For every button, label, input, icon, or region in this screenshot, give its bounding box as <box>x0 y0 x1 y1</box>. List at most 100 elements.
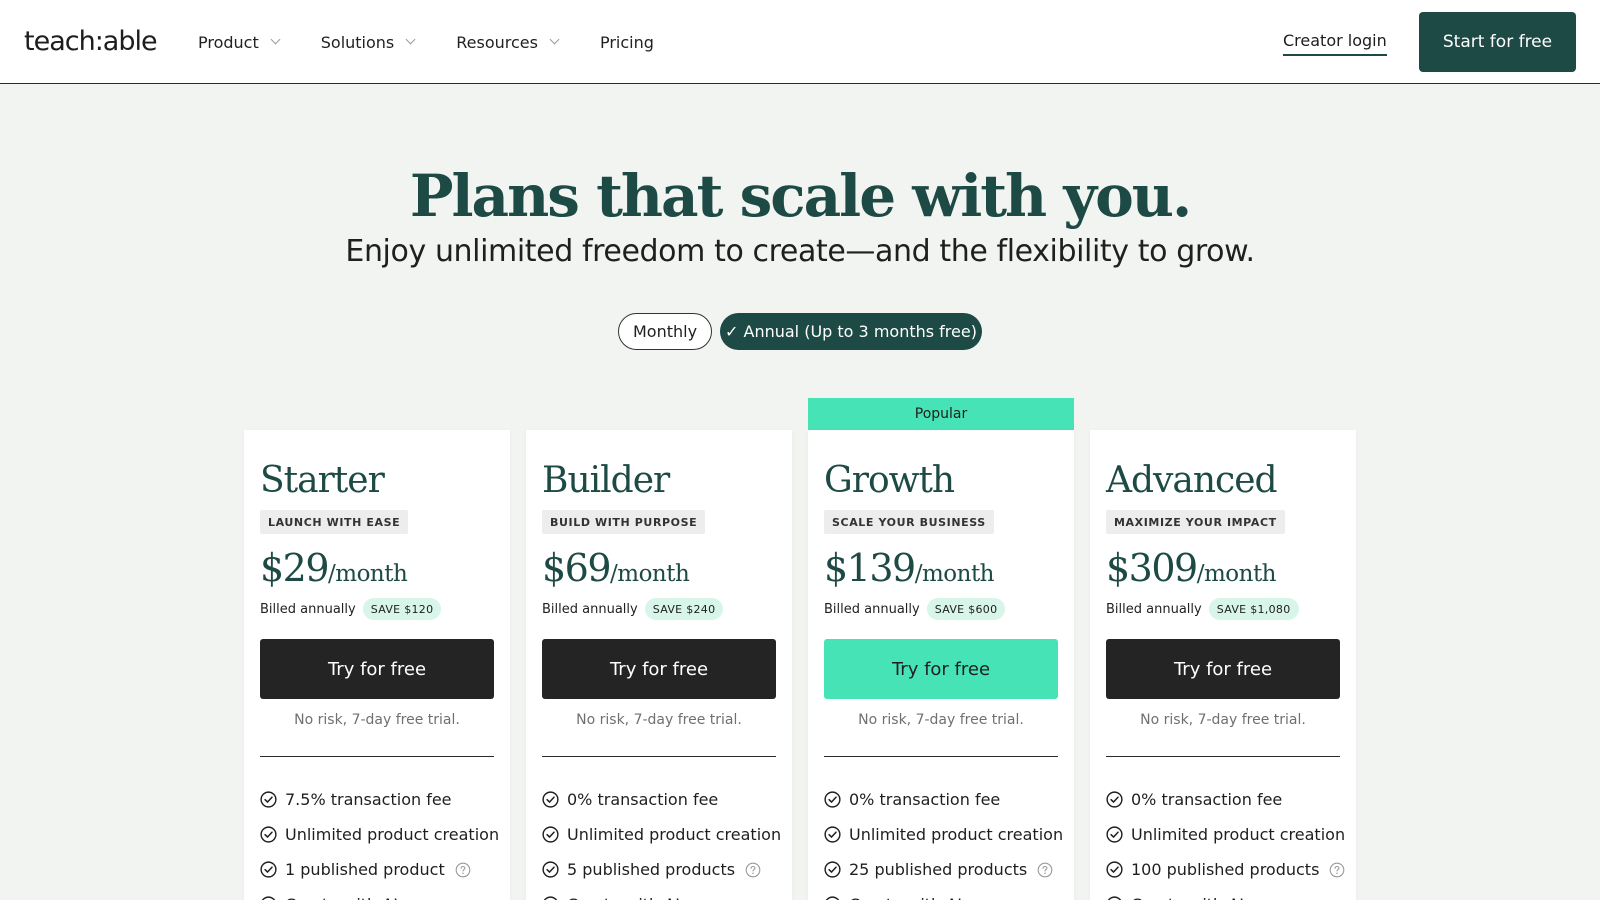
plan-feature-label: Unlimited product creation <box>1131 825 1346 844</box>
plan-price: $69/month <box>542 546 690 590</box>
save-badge: SAVE $240 <box>644 598 724 620</box>
plan-price-period: /month <box>1196 561 1277 587</box>
plan-tagline: SCALE YOUR BUSINESS <box>824 510 994 534</box>
check-circle-icon <box>542 791 559 808</box>
save-badge: SAVE $600 <box>926 598 1006 620</box>
try-for-free-button[interactable]: Try for free <box>260 639 494 699</box>
billing-info: Billed annually SAVE $1,080 <box>1106 598 1299 620</box>
billed-annually-label: Billed annually <box>260 601 356 617</box>
billing-annual-toggle[interactable]: ✓ Annual (Up to 3 months free) <box>720 313 982 350</box>
plan-tagline: BUILD WITH PURPOSE <box>542 510 706 534</box>
billing-monthly-toggle[interactable]: Monthly <box>618 313 712 350</box>
plan-card-starter: Starter LAUNCH WITH EASE $29/month Billed a… <box>244 430 510 900</box>
check-circle-icon <box>260 791 277 808</box>
plan-feature-label: 0% transaction fee <box>1131 790 1283 809</box>
help-icon[interactable] <box>1037 862 1053 878</box>
billed-annually-label: Billed annually <box>824 601 920 617</box>
help-icon[interactable] <box>455 862 471 878</box>
check-circle-icon <box>1106 791 1123 808</box>
start-for-free-button[interactable]: Start for free <box>1419 12 1576 72</box>
creator-login-link[interactable]: Creator login <box>1283 31 1387 56</box>
nav-product[interactable]: Product <box>198 32 281 52</box>
billed-annually-label: Billed annually <box>542 601 638 617</box>
plan-name: Advanced <box>1106 460 1278 501</box>
chevron-down-icon <box>405 34 416 45</box>
nav-product-label: Product <box>198 32 259 52</box>
check-circle-icon <box>260 896 277 900</box>
plan-feature-label: 5 published products <box>567 860 736 879</box>
divider <box>1106 756 1340 757</box>
nav-solutions[interactable]: Solutions <box>321 33 416 52</box>
teachable-logo[interactable]: teach:able <box>24 26 158 57</box>
plan-feature-label: 100 published products <box>1131 860 1320 879</box>
plan-feature-list: 7.5% transaction fee Unlimited product cr… <box>260 782 499 900</box>
plan-feature-label: 25 published products <box>849 860 1028 879</box>
save-badge: SAVE $120 <box>362 598 442 620</box>
chevron-down-icon <box>549 34 560 45</box>
plan-card-growth: Growth SCALE YOUR BUSINESS $139/month Bille… <box>808 430 1074 900</box>
check-circle-icon <box>1106 861 1123 878</box>
try-for-free-button[interactable]: Try for free <box>1106 639 1340 699</box>
plan-price: $309/month <box>1106 546 1277 590</box>
plan-feature: 0% transaction fee <box>824 782 1063 817</box>
plan-feature-list: 0% transaction fee Unlimited product crea… <box>824 782 1063 900</box>
nav-pricing[interactable]: Pricing <box>600 33 654 52</box>
popular-badge: Popular <box>808 398 1074 430</box>
plan-name: Starter <box>260 460 385 501</box>
trial-note: No risk, 7-day free trial. <box>858 712 1024 728</box>
check-circle-icon <box>542 896 559 900</box>
plan-feature-list: 0% transaction fee Unlimited product crea… <box>542 782 781 900</box>
help-icon[interactable] <box>1329 862 1345 878</box>
plan-price: $29/month <box>260 546 408 590</box>
plan-feature: Unlimited product creation <box>542 817 781 852</box>
check-circle-icon <box>260 826 277 843</box>
plan-feature: Create with AI <box>1106 887 1345 900</box>
try-for-free-button[interactable]: Try for free <box>824 639 1058 699</box>
plan-price-period: /month <box>914 561 995 587</box>
plan-feature: Create with AI <box>824 887 1063 900</box>
plan-feature-label: Create with AI <box>567 895 680 900</box>
plan-card-advanced: Advanced MAXIMIZE YOUR IMPACT $309/month Bi… <box>1090 430 1356 900</box>
plan-name: Growth <box>824 460 955 501</box>
divider <box>542 756 776 757</box>
plan-feature-label: Create with AI <box>1131 895 1244 900</box>
main-nav: Product Solutions Resources Pricing <box>198 0 696 84</box>
plan-feature-label: Create with AI <box>849 895 962 900</box>
plan-feature: 25 published products <box>824 852 1063 887</box>
plan-feature-label: Unlimited product creation <box>567 825 782 844</box>
plan-tagline: LAUNCH WITH EASE <box>260 510 409 534</box>
plan-feature: Create with AI <box>260 887 499 900</box>
plan-feature-label: 7.5% transaction fee <box>285 790 452 809</box>
check-circle-icon <box>824 896 841 900</box>
nav-resources[interactable]: Resources <box>456 32 560 52</box>
site-header: teach:able Product Solutions Resources P… <box>0 0 1600 84</box>
check-circle-icon <box>824 791 841 808</box>
check-circle-icon <box>824 861 841 878</box>
check-circle-icon <box>824 826 841 843</box>
billing-info: Billed annually SAVE $600 <box>824 598 1006 620</box>
billing-info: Billed annually SAVE $240 <box>542 598 724 620</box>
nav-resources-label: Resources <box>456 32 538 52</box>
trial-note: No risk, 7-day free trial. <box>294 712 460 728</box>
plan-feature: Unlimited product creation <box>1106 817 1345 852</box>
plan-name: Builder <box>542 460 670 501</box>
plan-feature: 0% transaction fee <box>542 782 781 817</box>
plan-price-period: /month <box>328 561 408 587</box>
help-icon[interactable] <box>745 862 761 878</box>
plan-feature-label: Unlimited product creation <box>849 825 1064 844</box>
check-circle-icon <box>542 861 559 878</box>
plan-feature: Create with AI <box>542 887 781 900</box>
plan-feature-label: Unlimited product creation <box>285 825 500 844</box>
trial-note: No risk, 7-day free trial. <box>576 712 742 728</box>
page-title: Plans that scale with you. <box>409 162 1192 230</box>
plan-feature: 100 published products <box>1106 852 1345 887</box>
try-for-free-button[interactable]: Try for free <box>542 639 776 699</box>
nav-pricing-label: Pricing <box>599 32 654 52</box>
plan-feature-label: 0% transaction fee <box>567 790 719 809</box>
plan-price-amount: $139 <box>824 546 916 590</box>
plan-price: $139/month <box>824 546 995 590</box>
divider <box>260 756 494 757</box>
billing-info: Billed annually SAVE $120 <box>260 598 442 620</box>
plan-feature-list: 0% transaction fee Unlimited product crea… <box>1106 782 1345 900</box>
plan-feature-label: 1 published product <box>285 860 445 879</box>
